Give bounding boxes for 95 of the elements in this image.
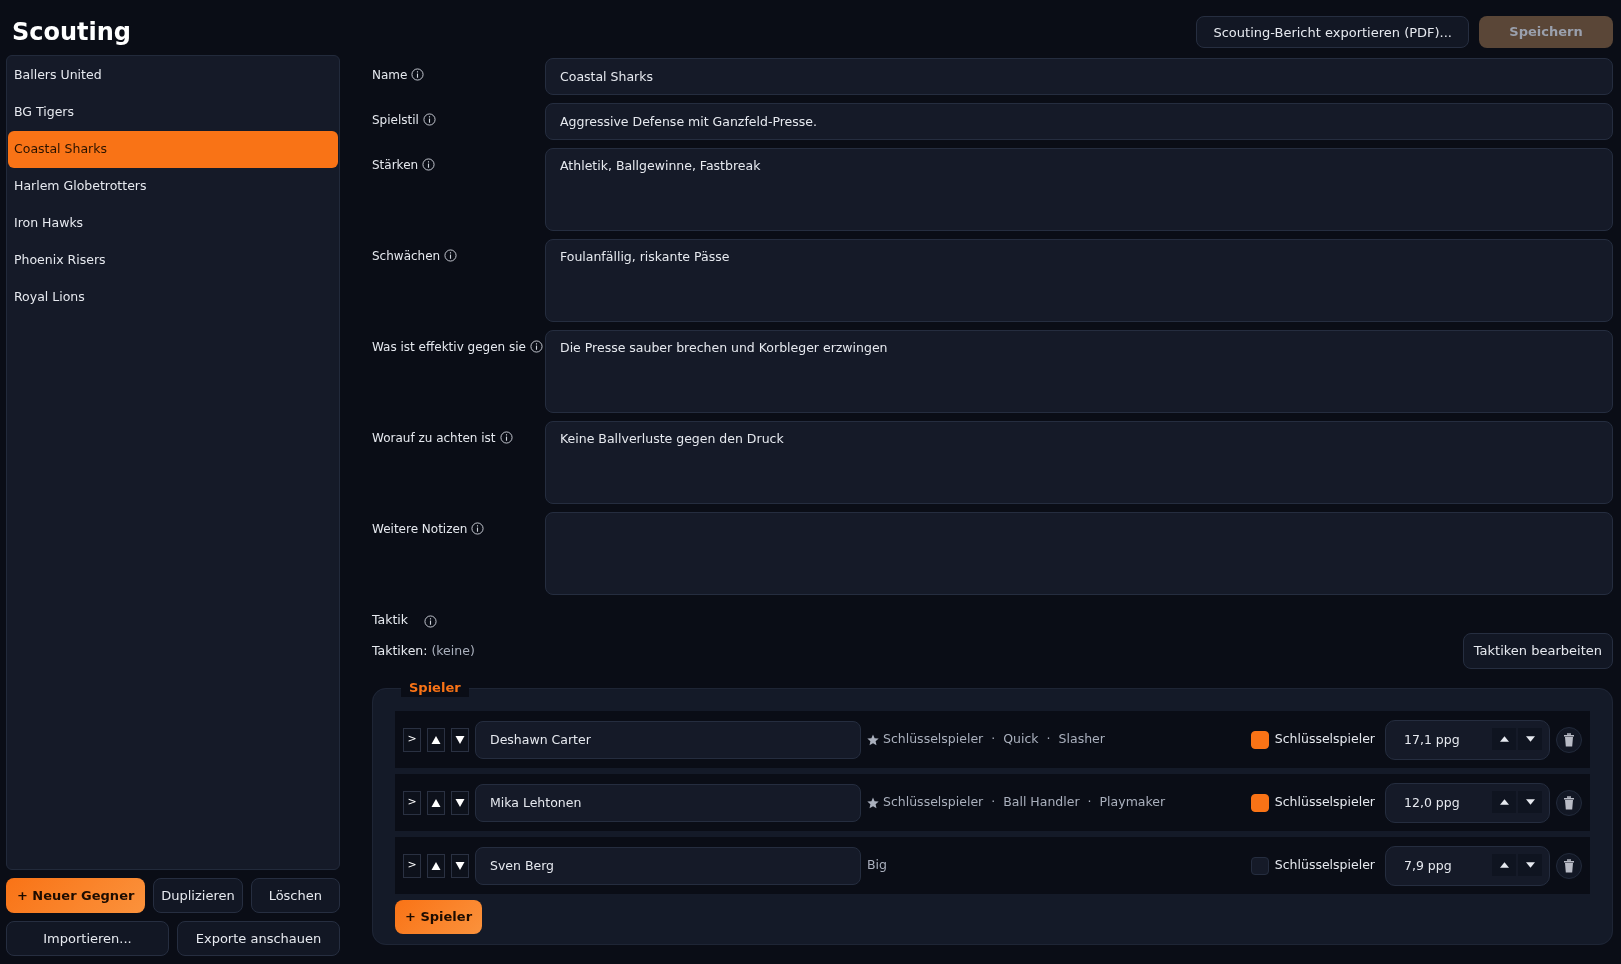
player-tag: Playmaker [1099,793,1166,813]
team-list-item[interactable]: Royal Lions [8,278,338,316]
player-tag: Big [867,856,887,876]
separator-dot: · [991,793,996,812]
separator-dot: · [991,730,996,749]
info-icon [422,113,436,126]
input-field[interactable]: Coastal Sharks [545,58,1613,95]
expand-button[interactable]: > [403,853,421,878]
move-up-button[interactable] [427,727,445,752]
team-list-item[interactable]: BG Tigers [8,93,338,131]
down-triangle-icon [455,797,465,808]
star-icon [867,796,879,809]
field-label: Spielstil [372,112,419,129]
trash-icon [1563,858,1575,873]
info-icon [444,249,458,262]
down-caret-icon [1525,861,1535,868]
expand-button[interactable]: > [403,727,421,752]
up-caret-icon [1499,798,1509,805]
checkbox-label: Schlüsselspieler [1274,793,1375,812]
team-list-item[interactable]: Iron Hawks [8,204,338,242]
player-name-field[interactable]: Sven Berg [475,846,861,885]
separator-dot: · [1087,793,1092,812]
checkbox[interactable] [1250,856,1269,875]
move-down-button[interactable] [451,790,469,815]
delete-button[interactable] [1556,726,1582,753]
down-caret-icon [1525,735,1535,742]
up-triangle-icon [431,734,441,745]
move-down-button[interactable] [451,853,469,878]
info-icon [422,158,436,171]
tactic-label: Taktik [372,610,409,629]
player-tag: Quick [1003,730,1039,750]
team-list-item[interactable]: Coastal Sharks [8,130,338,168]
checkbox-label: Schlüsselspieler [1274,730,1375,749]
sidebar-button[interactable]: Importieren... [6,921,169,956]
info-icon [424,614,438,628]
decrement-button[interactable] [1518,727,1542,750]
decrement-button[interactable] [1518,853,1542,876]
player-tag: Ball Handler [1003,793,1080,813]
delete-button[interactable] [1556,789,1582,816]
team-list-item[interactable]: Phoenix Risers [8,241,338,279]
players-legend: Spieler [401,679,469,698]
checkbox[interactable] [1250,730,1269,749]
player-tag: Slasher [1058,730,1105,750]
move-up-button[interactable] [427,853,445,878]
field-label: Name [372,67,408,84]
edit-tactics-button[interactable]: Taktiken bearbeiten [1462,633,1613,669]
text-area[interactable]: Keine Ballverluste gegen den Druck [545,421,1613,504]
trash-icon [1563,795,1575,810]
tactics-summary: Taktiken: (keine) [372,641,475,660]
separator-dot: · [1046,730,1051,749]
sidebar-button[interactable]: Duplizieren [153,878,243,913]
expand-button[interactable]: > [403,790,421,815]
field-label: Stärken [372,157,419,174]
decrement-button[interactable] [1518,790,1542,813]
field-label: Worauf zu achten ist [372,430,496,447]
increment-button[interactable] [1492,790,1516,813]
move-up-button[interactable] [427,790,445,815]
sidebar-button[interactable]: Exporte anschauen [177,921,340,956]
field-label: Schwächen [372,248,441,265]
player-name-field[interactable]: Mika Lehtonen [475,783,861,822]
sidebar-button[interactable]: + Neuer Gegner [6,878,146,913]
sidebar-button[interactable]: Löschen [250,878,340,913]
up-caret-icon [1499,861,1509,868]
increment-button[interactable] [1492,727,1516,750]
text-area[interactable]: Athletik, Ballgewinne, Fastbreak [545,148,1613,231]
add-player-button[interactable]: + Spieler [395,900,483,934]
checkbox[interactable] [1250,793,1269,812]
info-icon [529,340,543,353]
app-title: Scouting [11,17,133,48]
field-label: Weitere Notizen [372,521,468,538]
player-name-field[interactable]: Deshawn Carter [475,720,861,759]
star-icon [867,733,879,746]
trash-icon [1563,732,1575,747]
delete-button[interactable] [1556,852,1582,879]
move-down-button[interactable] [451,727,469,752]
increment-button[interactable] [1492,853,1516,876]
player-tag: Schlüsselspieler [883,730,984,750]
down-triangle-icon [455,734,465,745]
text-area[interactable]: Die Presse sauber brechen und Korbleger erzwingen [545,330,1613,413]
up-caret-icon [1499,735,1509,742]
down-caret-icon [1525,798,1535,805]
text-area[interactable]: Foulanfällig, riskante Pässe [545,239,1613,322]
down-triangle-icon [455,860,465,871]
up-triangle-icon [431,797,441,808]
info-icon [411,68,425,81]
field-label: Was ist effektiv gegen sie [372,339,526,356]
export-pdf-button[interactable]: Scouting-Bericht exportieren (PDF)... [1196,16,1469,48]
info-icon [499,431,513,444]
team-list-item[interactable]: Ballers United [8,56,338,94]
player-tag: Schlüsselspieler [883,793,984,813]
input-field[interactable]: Aggressive Defense mit Ganzfeld-Presse. [545,103,1613,140]
checkbox-label: Schlüsselspieler [1274,856,1375,875]
up-triangle-icon [431,860,441,871]
info-icon [471,522,485,535]
team-list-item[interactable]: Harlem Globetrotters [8,167,338,205]
